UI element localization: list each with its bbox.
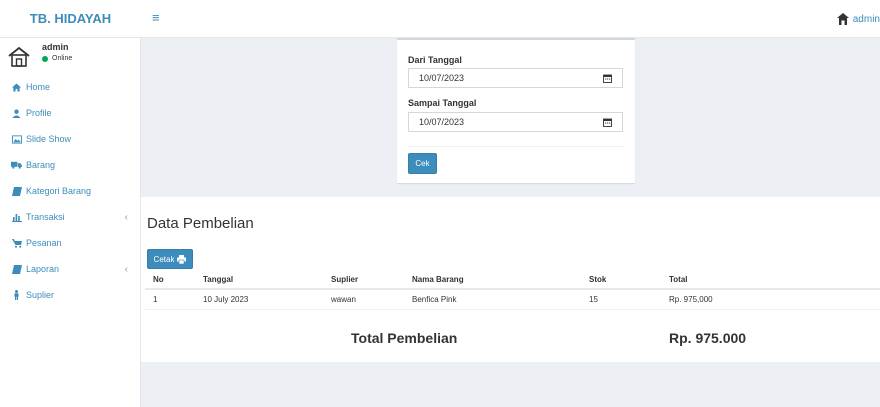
user-menu-name: admin (852, 13, 880, 25)
truck-icon (11, 161, 22, 169)
sidebar-item-label: Kategori Barang (26, 186, 92, 196)
sidebar-item-label: Suplier (26, 290, 55, 300)
sidebar-item-pesanan[interactable]: Pesanan (0, 230, 140, 256)
calendar-icon[interactable] (603, 74, 612, 83)
sidebar-item-suplier[interactable]: Suplier (0, 282, 140, 308)
column-header: Nama Barang (412, 275, 464, 284)
print-button[interactable]: Cetak (147, 249, 193, 269)
to-date-input[interactable]: 10/07/2023 (408, 112, 623, 132)
user-panel: admin Online (0, 38, 140, 76)
sidebar-item-slide-show[interactable]: Slide Show (0, 126, 140, 152)
from-date-value: 10/07/2023 (419, 73, 465, 83)
person-icon (11, 290, 22, 300)
user-name: admin (42, 42, 69, 52)
sidebar-item-profile[interactable]: Profile (0, 100, 140, 126)
brand-logo[interactable]: TB. HIDAYAH (0, 0, 141, 38)
avatar (8, 47, 30, 67)
table-header: No Tanggal Suplier Nama Barang Stok Tota… (145, 270, 880, 290)
menu-toggle-icon[interactable]: ≡ (152, 11, 160, 25)
user-status-label: Online (52, 55, 73, 62)
divider (408, 146, 624, 147)
column-header: Tanggal (203, 275, 234, 284)
total-purchase-label: Total Pembelian (351, 330, 458, 346)
date-filter-card: Dari Tanggal 10/07/2023 Sampai Tanggal 1… (397, 38, 635, 183)
sidebar: admin Online Home Profile Slide Show Bar… (0, 38, 141, 407)
online-status-icon (42, 55, 48, 62)
print-icon (177, 254, 187, 264)
from-date-input[interactable]: 10/07/2023 (408, 68, 623, 88)
table-cell: wawan (331, 295, 356, 304)
user-status: Online (42, 55, 72, 62)
column-header: Suplier (331, 275, 359, 284)
bar-chart-icon (11, 213, 22, 222)
sidebar-item-home[interactable]: Home (0, 74, 140, 100)
total-purchase-value: Rp. 975.000 (669, 330, 747, 346)
to-date-label: Sampai Tanggal (408, 98, 477, 108)
column-header: Total (669, 275, 688, 284)
image-icon (11, 134, 22, 144)
chevron-left-icon: ‹ (124, 211, 128, 223)
print-button-label: Cetak (153, 254, 175, 264)
page-title: Data Pembelian (147, 215, 254, 232)
sidebar-item-transaksi[interactable]: Transaksi ‹ (0, 204, 140, 230)
purchase-report-panel: Data Pembelian Cetak No Tanggal Suplier … (141, 197, 880, 362)
column-header: Stok (589, 275, 607, 284)
sidebar-item-laporan[interactable]: Laporan ‹ (0, 256, 140, 282)
sidebar-item-kategori-barang[interactable]: Kategori Barang (0, 178, 140, 204)
book-icon (11, 264, 22, 274)
sidebar-item-label: Pesanan (26, 238, 62, 248)
book-icon (11, 186, 22, 196)
table-cell: 1 (153, 295, 158, 304)
from-date-label: Dari Tanggal (408, 55, 462, 65)
cart-icon (11, 238, 22, 248)
to-date-value: 10/07/2023 (419, 117, 465, 127)
sidebar-menu: Home Profile Slide Show Barang Kategori … (0, 74, 140, 308)
sidebar-item-label: Slide Show (26, 134, 72, 144)
sidebar-item-label: Transaksi (26, 212, 65, 222)
cek-button[interactable]: Cek (408, 153, 437, 174)
sidebar-item-label: Profile (26, 108, 52, 118)
column-header: No (153, 275, 164, 284)
calendar-icon[interactable] (603, 118, 612, 127)
user-menu[interactable]: admin (836, 11, 880, 27)
table-row: 1 10 July 2023 wawan Benfica Pink 15 Rp.… (145, 290, 880, 310)
sidebar-item-label: Laporan (26, 264, 60, 274)
sidebar-item-barang[interactable]: Barang (0, 152, 140, 178)
user-icon (11, 109, 22, 118)
table-cell: 15 (589, 295, 598, 304)
user-icon (836, 13, 849, 25)
table-cell: Benfica Pink (412, 295, 457, 304)
table-cell: Rp. 975,000 (669, 295, 713, 304)
sidebar-item-label: Home (26, 82, 51, 92)
table-cell: 10 July 2023 (203, 295, 249, 304)
sidebar-item-label: Barang (26, 160, 56, 170)
home-icon (11, 82, 22, 92)
purchase-table: No Tanggal Suplier Nama Barang Stok Tota… (145, 270, 880, 310)
chevron-left-icon: ‹ (124, 263, 128, 275)
top-navbar: TB. HIDAYAH ≡ admin (0, 0, 880, 38)
